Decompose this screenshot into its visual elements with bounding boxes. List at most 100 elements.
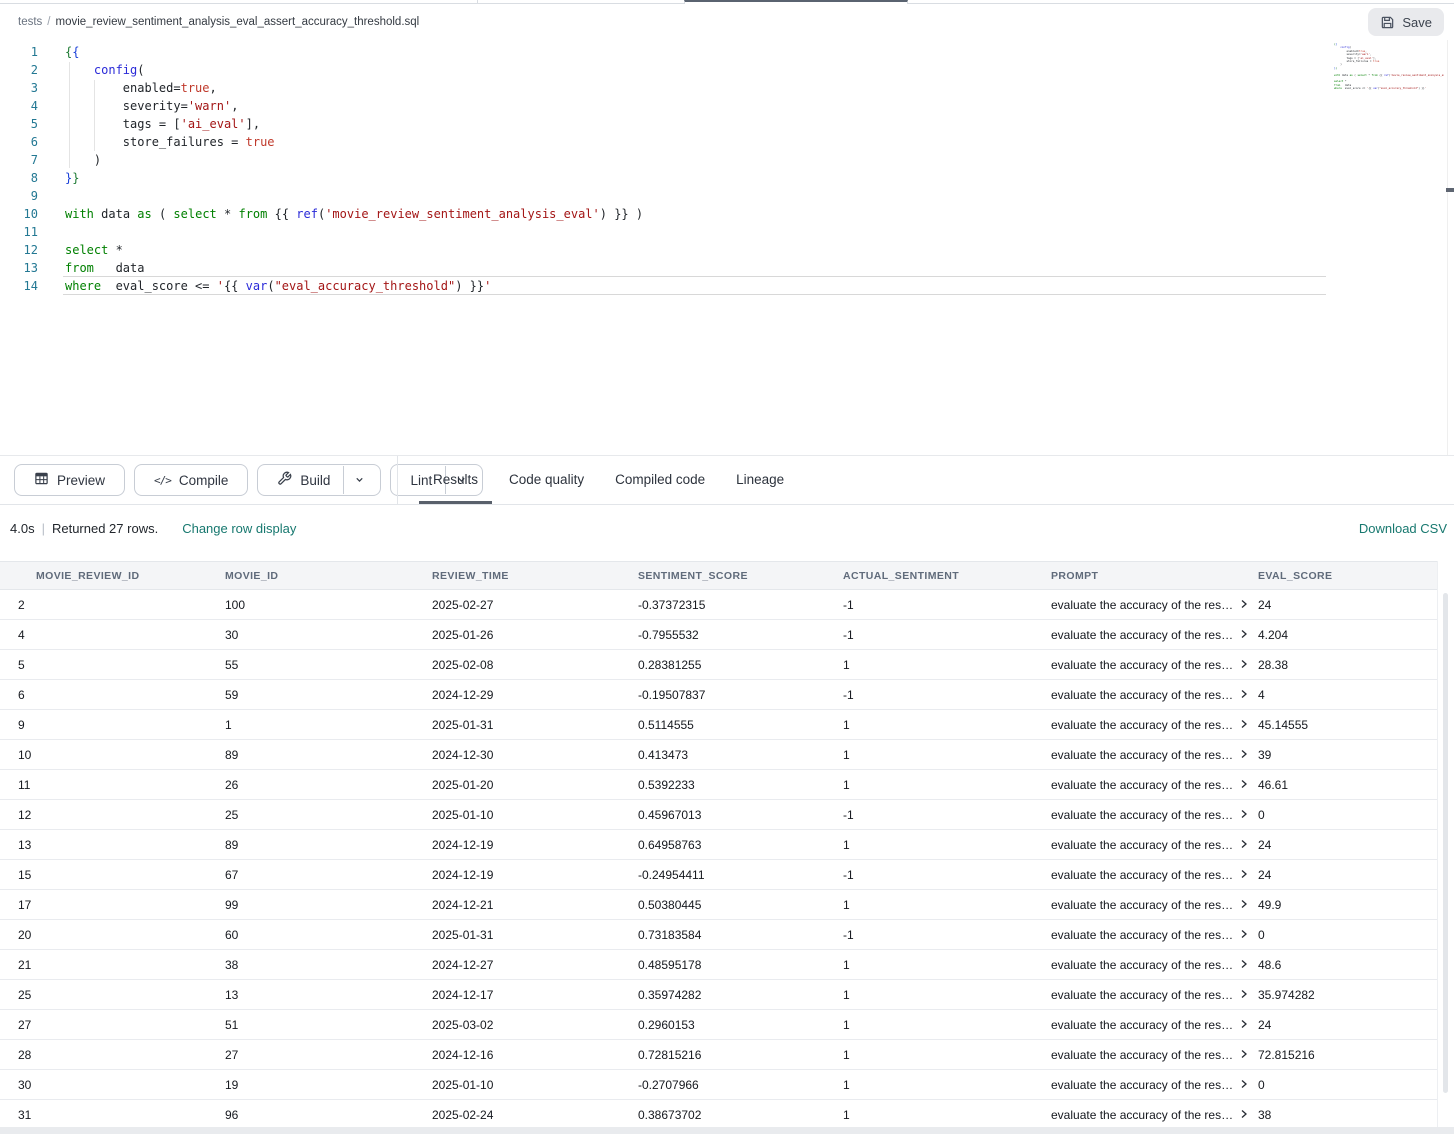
table-cell: 2025-01-26 — [432, 628, 638, 642]
table-row: 5552025-02-080.283812551evaluate the acc… — [0, 650, 1437, 680]
code-line[interactable]: with data as ( select * from {{ ref('mov… — [1332, 74, 1444, 77]
breadcrumb-folder[interactable]: tests — [18, 16, 42, 28]
prompt-preview-text: evaluate the accuracy of the res… — [1051, 868, 1233, 882]
change-row-display-link[interactable]: Change row display — [182, 521, 296, 536]
code-line[interactable]: 12select * — [0, 241, 1454, 259]
prompt-preview-text: evaluate the accuracy of the res… — [1051, 988, 1233, 1002]
column-header: SENTIMENT_SCORE — [638, 570, 843, 582]
prompt-expand-chevron-icon[interactable] — [1240, 1048, 1248, 1062]
line-number: 4 — [0, 97, 38, 115]
tab-compiled-code[interactable]: Compiled code — [601, 456, 719, 504]
column-header: ACTUAL_SENTIMENT — [843, 570, 1051, 582]
prompt-preview-text: evaluate the accuracy of the res… — [1051, 1018, 1233, 1032]
table-vertical-scrollbar[interactable] — [1437, 561, 1454, 1127]
prompt-expand-chevron-icon[interactable] — [1240, 748, 1248, 762]
editor-scrollbar-marker[interactable] — [1446, 188, 1454, 192]
table-cell: 38 — [225, 958, 432, 972]
table-horizontal-scrollbar[interactable] — [0, 1127, 1454, 1134]
code-line[interactable]: 7 ) — [0, 151, 1454, 169]
code-line[interactable]: 1{{ — [0, 43, 1454, 61]
code-editor[interactable]: 1{{2 config(3 enabled=true,4 severity='w… — [0, 40, 1454, 455]
build-dropdown-button[interactable] — [343, 466, 374, 494]
table-cell: -1 — [843, 628, 1051, 642]
floppy-save-icon — [1380, 15, 1395, 30]
table-cell: -0.7955532 — [638, 628, 843, 642]
code-line[interactable]: 8}} — [0, 169, 1454, 187]
compile-button[interactable]: </> Compile — [134, 464, 248, 496]
table-cell: 51 — [225, 1018, 432, 1032]
code-line[interactable]: 13from data — [0, 259, 1454, 277]
table-cell: -0.19507837 — [638, 688, 843, 702]
prompt-cell: evaluate the accuracy of the res… — [1051, 628, 1258, 642]
code-line[interactable]: 11 — [0, 223, 1454, 241]
table-cell: 13 — [18, 838, 225, 852]
current-line-highlight — [63, 276, 1326, 295]
prompt-preview-text: evaluate the accuracy of the res… — [1051, 898, 1233, 912]
prompt-cell: evaluate the accuracy of the res… — [1051, 988, 1258, 1002]
prompt-preview-text: evaluate the accuracy of the res… — [1051, 748, 1233, 762]
download-csv-link[interactable]: Download CSV — [1359, 521, 1447, 536]
table-cell: 2025-03-02 — [432, 1018, 638, 1032]
save-button[interactable]: Save — [1368, 8, 1444, 36]
prompt-expand-chevron-icon[interactable] — [1240, 928, 1248, 942]
table-cell: 11 — [18, 778, 225, 792]
table-cell: 2024-12-19 — [432, 868, 638, 882]
code-lines[interactable]: 1{{2 config(3 enabled=true,4 severity='w… — [0, 40, 1454, 295]
table-cell: 24 — [1258, 838, 1437, 852]
tab-lineage[interactable]: Lineage — [722, 456, 798, 504]
prompt-expand-chevron-icon[interactable] — [1240, 718, 1248, 732]
prompt-expand-chevron-icon[interactable] — [1240, 628, 1248, 642]
prompt-expand-chevron-icon[interactable] — [1240, 988, 1248, 1002]
scrollbar-thumb[interactable] — [1443, 593, 1448, 1093]
prompt-expand-chevron-icon[interactable] — [1240, 808, 1248, 822]
code-line[interactable]: 9 — [0, 187, 1454, 205]
code-line[interactable]: 2 config( — [0, 61, 1454, 79]
prompt-expand-chevron-icon[interactable] — [1240, 598, 1248, 612]
results-tabs: ResultsCode qualityCompiled codeLineage — [419, 456, 801, 504]
table-cell: 67 — [225, 868, 432, 882]
table-cell: 26 — [225, 778, 432, 792]
table-cell: 15 — [18, 868, 225, 882]
build-button[interactable]: Build — [264, 466, 343, 494]
table-row: 6592024-12-29-0.19507837-1evaluate the a… — [0, 680, 1437, 710]
rows-returned: Returned 27 rows. — [52, 521, 158, 536]
table-cell: -1 — [843, 688, 1051, 702]
table-cell: 38 — [1258, 1108, 1437, 1122]
prompt-expand-chevron-icon[interactable] — [1240, 778, 1248, 792]
table-cell: 28 — [18, 1048, 225, 1062]
table-cell: 0 — [1258, 808, 1437, 822]
prompt-expand-chevron-icon[interactable] — [1240, 958, 1248, 972]
table-cell: 1 — [843, 958, 1051, 972]
code-line[interactable]: 4 severity='warn', — [0, 97, 1454, 115]
prompt-expand-chevron-icon[interactable] — [1240, 1018, 1248, 1032]
tab-code-quality[interactable]: Code quality — [495, 456, 598, 504]
tab-results[interactable]: Results — [419, 456, 492, 504]
table-cell: 48.6 — [1258, 958, 1437, 972]
prompt-expand-chevron-icon[interactable] — [1240, 868, 1248, 882]
column-header: REVIEW_TIME — [432, 570, 638, 582]
table-cell: 0 — [1258, 1078, 1437, 1092]
prompt-expand-chevron-icon[interactable] — [1240, 898, 1248, 912]
preview-button[interactable]: Preview — [14, 464, 125, 496]
prompt-cell: evaluate the accuracy of the res… — [1051, 958, 1258, 972]
code-line[interactable]: 10with data as ( select * from {{ ref('m… — [0, 205, 1454, 223]
table-cell: 25 — [225, 808, 432, 822]
code-line[interactable]: 5 tags = ['ai_eval'], — [0, 115, 1454, 133]
minimap[interactable]: {{ config( enabled=true, severity='warn'… — [1332, 43, 1444, 90]
compile-button-label: Compile — [179, 473, 229, 488]
code-line[interactable]: 6 store_failures = true — [0, 133, 1454, 151]
editor-scrollbar-track — [1447, 40, 1448, 455]
prompt-expand-chevron-icon[interactable] — [1240, 1108, 1248, 1122]
prompt-cell: evaluate the accuracy of the res… — [1051, 868, 1258, 882]
table-cell: 0.5392233 — [638, 778, 843, 792]
prompt-expand-chevron-icon[interactable] — [1240, 658, 1248, 672]
code-line[interactable]: where eval_score <= '{{ var("eval_accura… — [1332, 87, 1444, 90]
table-cell: 96 — [225, 1108, 432, 1122]
table-cell: 0.64958763 — [638, 838, 843, 852]
prompt-cell: evaluate the accuracy of the res… — [1051, 898, 1258, 912]
prompt-cell: evaluate the accuracy of the res… — [1051, 598, 1258, 612]
prompt-expand-chevron-icon[interactable] — [1240, 688, 1248, 702]
prompt-expand-chevron-icon[interactable] — [1240, 1078, 1248, 1092]
code-line[interactable]: 3 enabled=true, — [0, 79, 1454, 97]
prompt-expand-chevron-icon[interactable] — [1240, 838, 1248, 852]
